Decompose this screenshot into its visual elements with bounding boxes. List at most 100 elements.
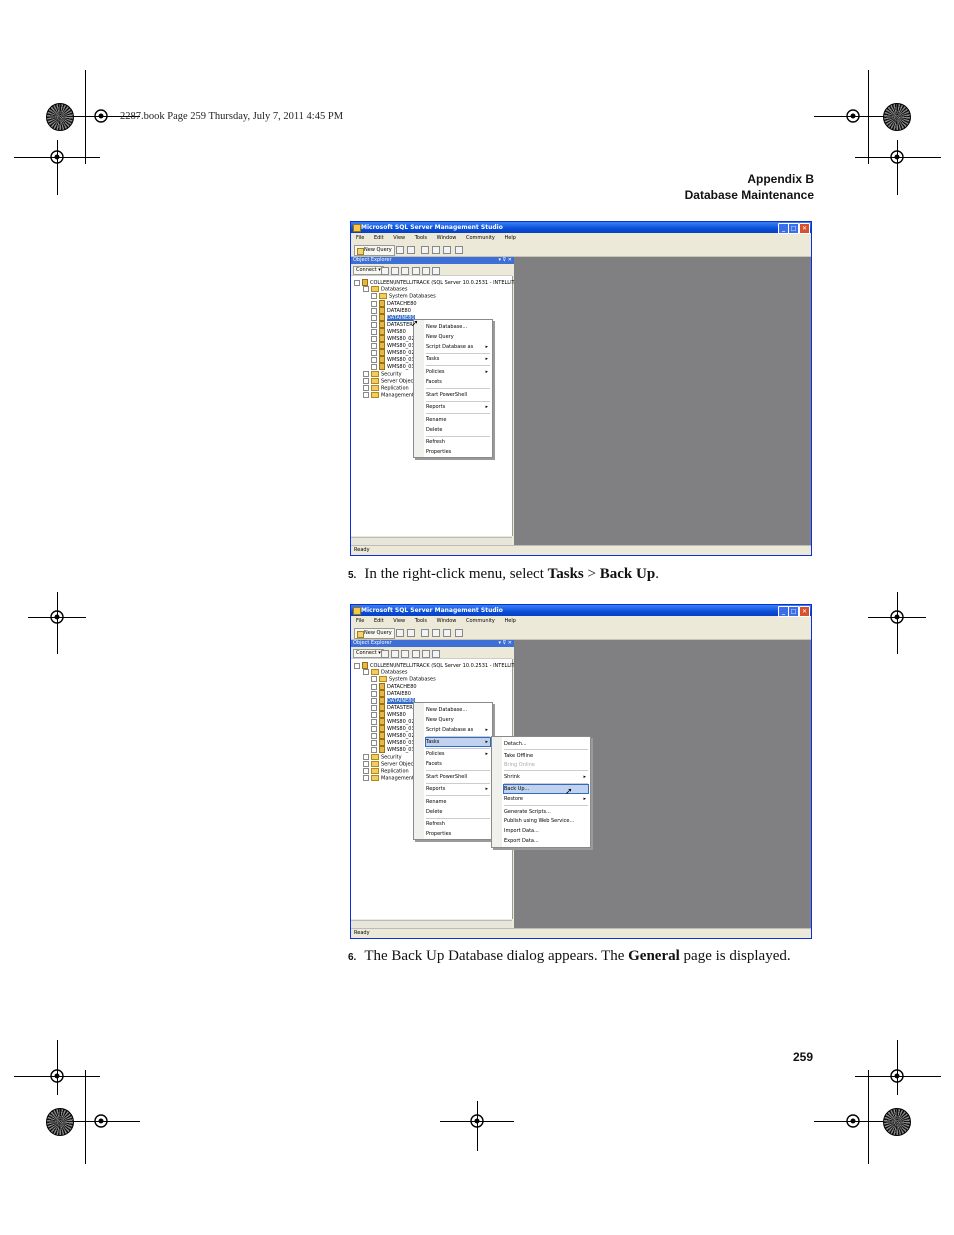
tree-server-node[interactable]: COLLEEN\INTELLITRACK (SQL Server 10.0.25…	[354, 662, 528, 669]
menu-item-script-database[interactable]: Script Database as	[426, 343, 490, 351]
submenu-item-export-data[interactable]: Export Data...	[504, 837, 588, 845]
menu-item-new-database[interactable]: New Database...	[426, 323, 490, 331]
tree-replication-node[interactable]: Replication	[363, 385, 409, 392]
tree-system-databases[interactable]: System Databases	[371, 293, 436, 300]
tree-db-item[interactable]: WMS80	[371, 711, 406, 718]
tree-db-item[interactable]: DATACHE80	[371, 683, 417, 690]
stop-icon[interactable]	[401, 650, 409, 658]
menu-item-delete[interactable]: Delete	[426, 808, 490, 816]
tree-db-item-selected[interactable]: DATAINE80	[371, 697, 415, 704]
menu-item-delete[interactable]: Delete	[426, 426, 490, 434]
menu-item-start-powershell[interactable]: Start PowerShell	[426, 773, 490, 781]
menu-item-tasks[interactable]: Tasks	[425, 737, 491, 747]
tree-db-item[interactable]: WMS80_02	[371, 349, 415, 356]
object-explorer-pin-icon[interactable]: ▾ ⊽ ✕	[498, 257, 512, 264]
refresh-icon[interactable]	[422, 267, 430, 275]
menu-item-refresh[interactable]: Refresh	[426, 438, 490, 446]
menu-item-policies[interactable]: Policies	[426, 368, 490, 376]
menu-tools[interactable]: Tools	[415, 235, 427, 241]
submenu-item-detach[interactable]: Detach...	[504, 740, 588, 748]
menu-help[interactable]: Help	[505, 235, 516, 241]
connect-button[interactable]: Connect ▾	[353, 649, 384, 658]
summary-icon[interactable]	[432, 267, 440, 275]
menu-tools[interactable]: Tools	[415, 618, 427, 624]
tree-server-objects-node[interactable]: Server Objects	[363, 761, 418, 768]
tree-db-item[interactable]: WMS80_02	[371, 732, 415, 739]
submenu-item-import-data[interactable]: Import Data...	[504, 827, 588, 835]
menu-item-rename[interactable]: Rename	[426, 798, 490, 806]
new-file-icon[interactable]	[396, 629, 404, 637]
refresh-icon[interactable]	[422, 650, 430, 658]
menu-item-refresh[interactable]: Refresh	[426, 820, 490, 828]
tree-db-item[interactable]: WMS80_02	[371, 718, 415, 725]
tree-security-node[interactable]: Security	[363, 371, 402, 378]
connect-button[interactable]: Connect ▾	[353, 266, 384, 275]
save-icon[interactable]	[432, 246, 440, 254]
tree-server-node[interactable]: COLLEEN\INTELLITRACK (SQL Server 10.0.25…	[354, 279, 528, 286]
horizontal-scrollbar[interactable]	[351, 537, 512, 545]
tree-security-node[interactable]: Security	[363, 754, 402, 761]
submenu-item-take-offline[interactable]: Take Offline	[504, 752, 588, 760]
open-file-icon[interactable]	[407, 629, 415, 637]
maximize-button[interactable]: □	[788, 606, 799, 617]
menu-edit[interactable]: Edit	[374, 235, 384, 241]
menu-item-rename[interactable]: Rename	[426, 416, 490, 424]
menu-item-new-query[interactable]: New Query	[426, 716, 490, 724]
tree-db-item[interactable]: WMS80_03	[371, 356, 415, 363]
close-button[interactable]: ✕	[799, 606, 810, 617]
tree-db-item[interactable]: WMS80_02	[371, 335, 415, 342]
menu-view[interactable]: View	[393, 235, 405, 241]
new-query-button[interactable]: New Query	[354, 628, 395, 639]
tree-databases-node[interactable]: Databases	[363, 286, 407, 293]
tree-db-item[interactable]: DATAIE80	[371, 690, 411, 697]
tree-system-databases[interactable]: System Databases	[371, 676, 436, 683]
menu-item-reports[interactable]: Reports	[426, 403, 490, 411]
menu-item-reports[interactable]: Reports	[426, 785, 490, 793]
menu-item-start-powershell[interactable]: Start PowerShell	[426, 391, 490, 399]
connect-icon[interactable]	[381, 267, 389, 275]
submenu-item-bring-online[interactable]: Bring Online	[504, 761, 588, 769]
submenu-item-generate-scripts[interactable]: Generate Scripts...	[504, 808, 588, 816]
menu-item-policies[interactable]: Policies	[426, 750, 490, 758]
filter-icon[interactable]	[412, 650, 420, 658]
tree-db-item[interactable]: WMS80_03	[371, 725, 415, 732]
close-button[interactable]: ✕	[799, 223, 810, 234]
stop-icon[interactable]	[401, 267, 409, 275]
open-folder-icon[interactable]	[421, 246, 429, 254]
save-icon[interactable]	[432, 629, 440, 637]
tree-db-item-selected[interactable]: DATAINE80	[371, 314, 415, 321]
submenu-item-publish-web-service[interactable]: Publish using Web Service...	[504, 817, 588, 825]
menu-community[interactable]: Community	[466, 618, 495, 624]
menu-item-new-database[interactable]: New Database...	[426, 706, 490, 714]
menu-item-new-query[interactable]: New Query	[426, 333, 490, 341]
tree-db-item[interactable]: WMS80_03	[371, 363, 415, 370]
menu-window[interactable]: Window	[437, 618, 457, 624]
summary-icon[interactable]	[432, 650, 440, 658]
tree-management-node[interactable]: Management	[363, 775, 414, 782]
disconnect-icon[interactable]	[391, 650, 399, 658]
tree-db-item[interactable]: WMS80_03	[371, 746, 415, 753]
open-file-icon[interactable]	[407, 246, 415, 254]
submenu-item-shrink[interactable]: Shrink	[504, 773, 588, 781]
tree-db-item[interactable]: DATAIE80	[371, 307, 411, 314]
activity-monitor-icon[interactable]	[455, 629, 463, 637]
tree-db-item[interactable]: WMS80	[371, 328, 406, 335]
disconnect-icon[interactable]	[391, 267, 399, 275]
menu-item-properties[interactable]: Properties	[426, 448, 490, 456]
horizontal-scrollbar[interactable]	[351, 920, 512, 928]
menu-item-script-database[interactable]: Script Database as	[426, 726, 490, 734]
activity-monitor-icon[interactable]	[455, 246, 463, 254]
menu-edit[interactable]: Edit	[374, 618, 384, 624]
tree-db-item[interactable]: DATACHE80	[371, 300, 417, 307]
maximize-button[interactable]: □	[788, 223, 799, 234]
new-file-icon[interactable]	[396, 246, 404, 254]
tree-db-item[interactable]: DATASTER	[371, 704, 413, 711]
menu-help[interactable]: Help	[505, 618, 516, 624]
tree-db-item[interactable]: WMS80_03	[371, 342, 415, 349]
submenu-item-back-up[interactable]: Back Up...	[503, 784, 589, 794]
menu-item-facets[interactable]: Facets	[426, 760, 490, 768]
connect-icon[interactable]	[381, 650, 389, 658]
filter-icon[interactable]	[412, 267, 420, 275]
menu-item-facets[interactable]: Facets	[426, 378, 490, 386]
submenu-item-restore[interactable]: Restore	[504, 795, 588, 803]
